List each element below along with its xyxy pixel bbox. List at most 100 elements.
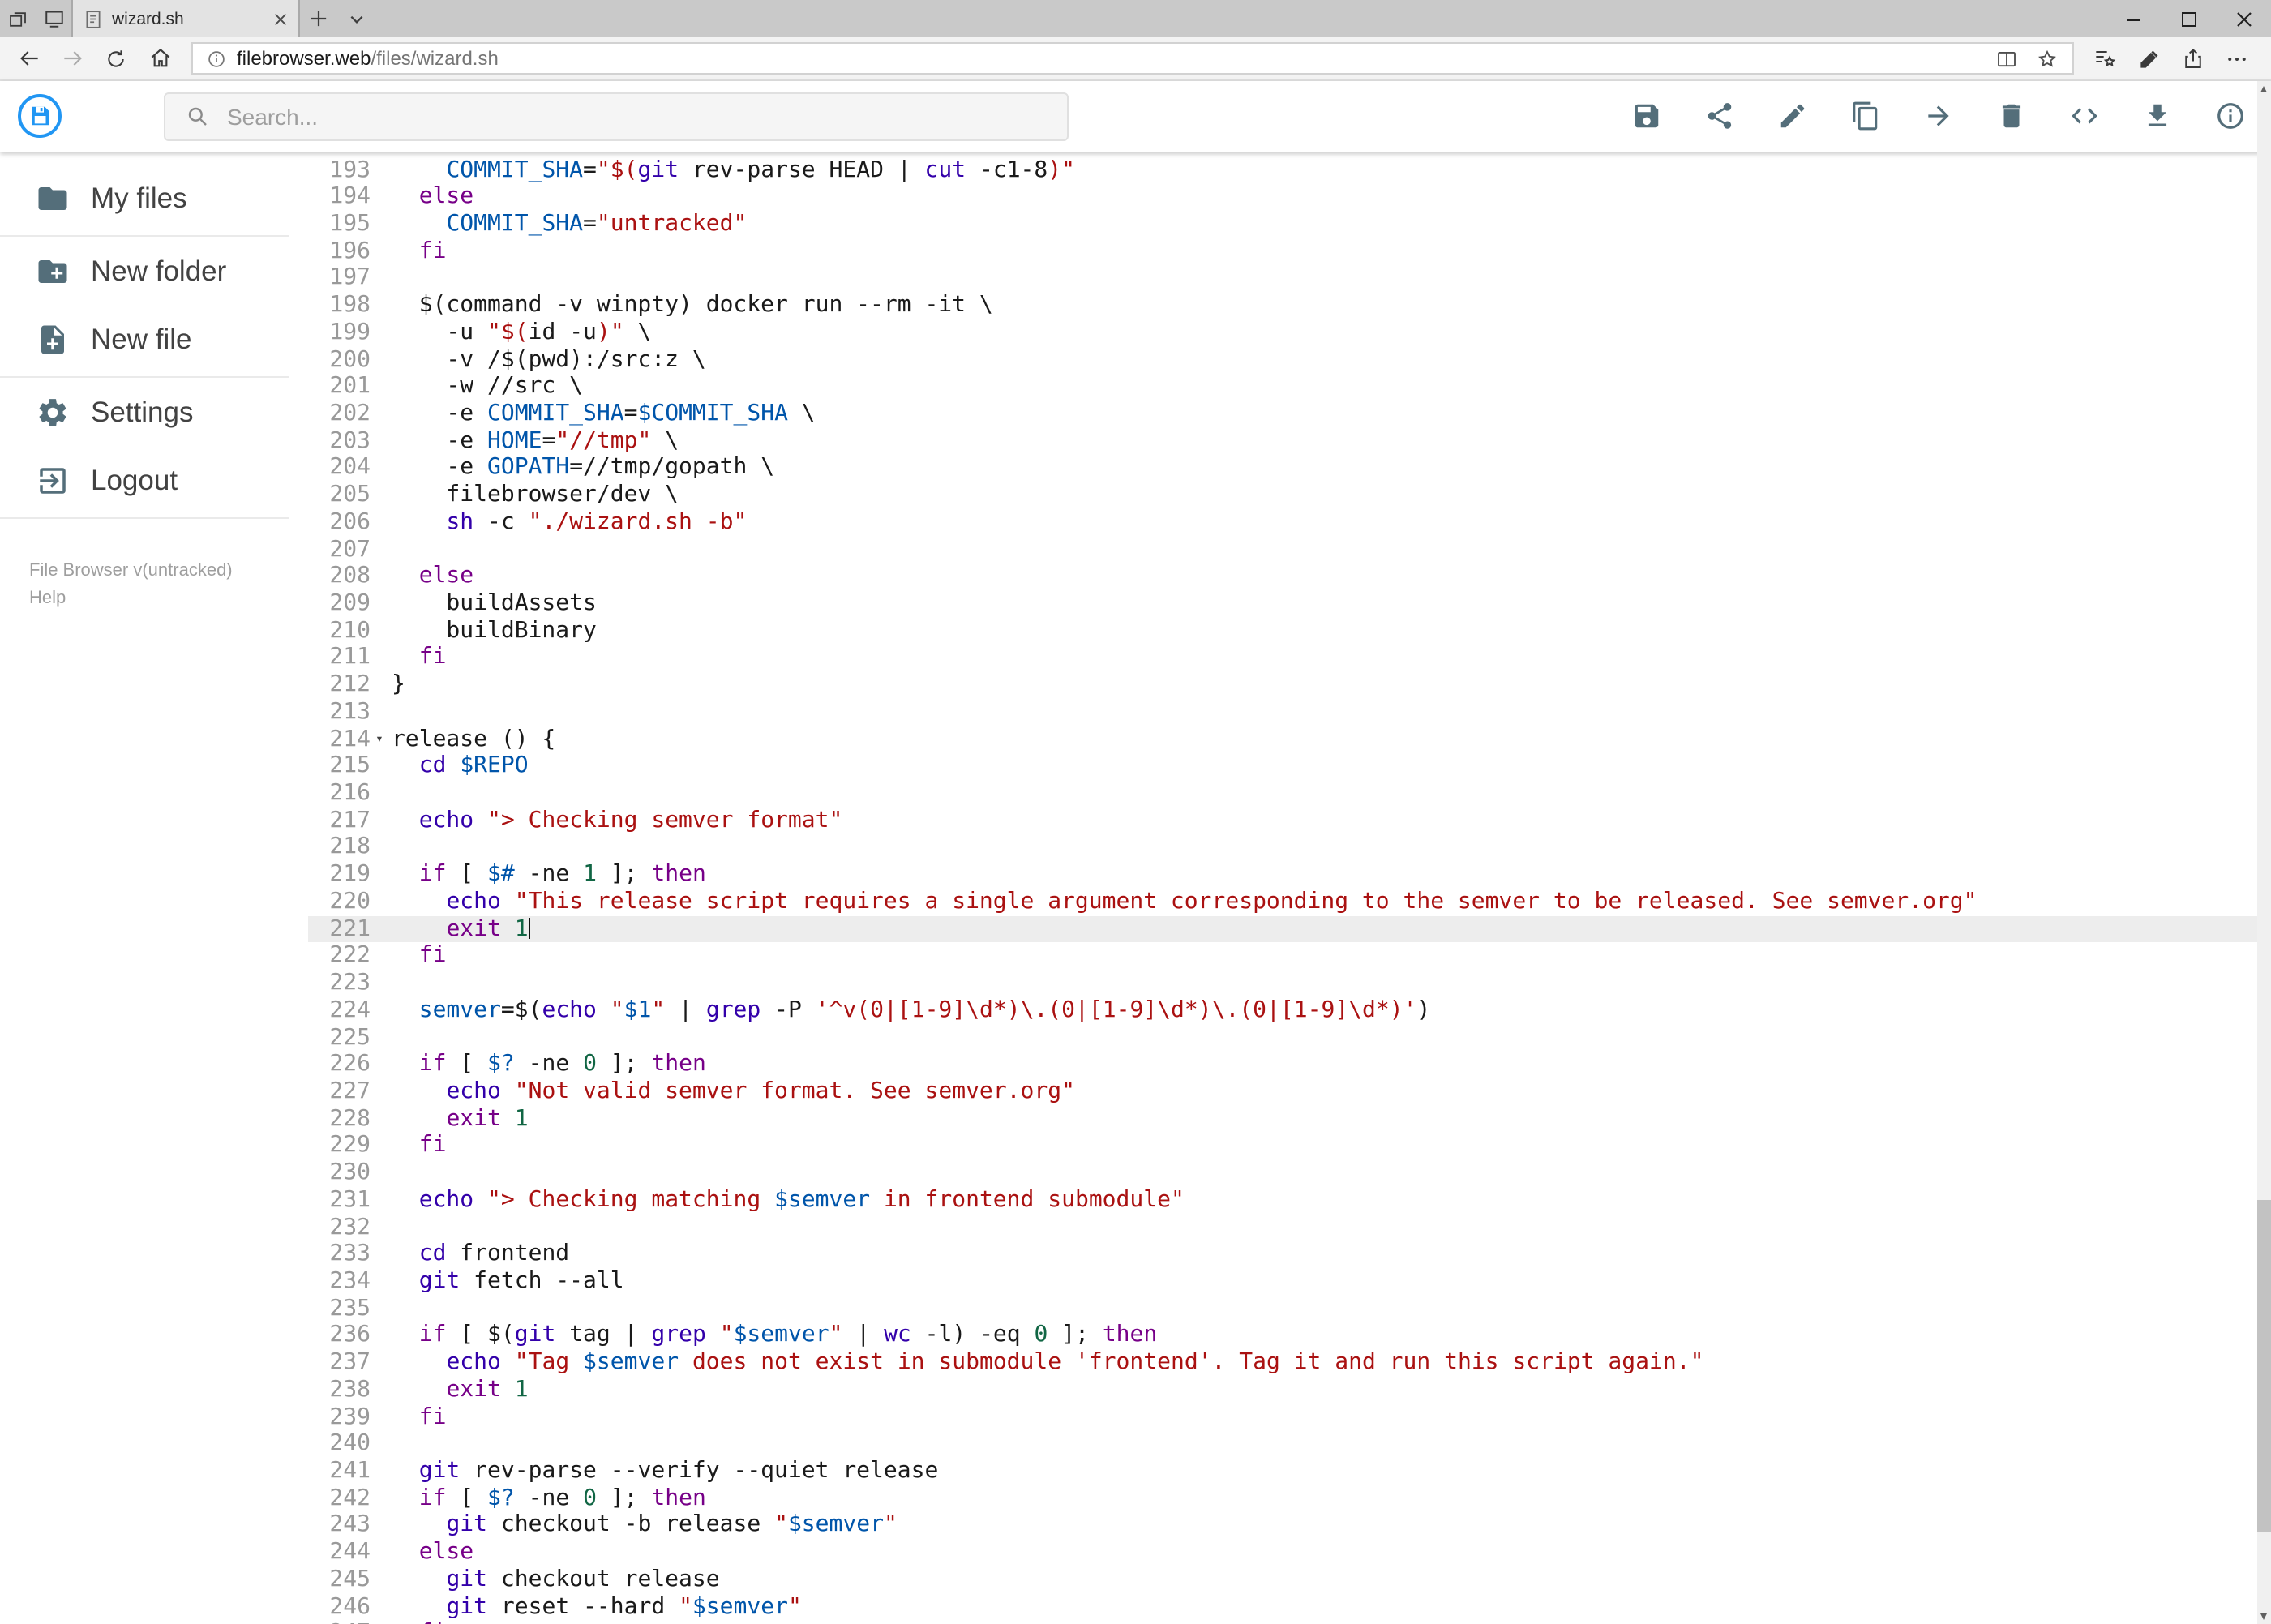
code-line[interactable]: 206 sh -c "./wizard.sh -b" xyxy=(308,509,2256,536)
code-text[interactable]: fi xyxy=(385,645,2256,671)
code-text[interactable]: buildAssets xyxy=(385,590,2256,617)
window-maximize-button[interactable] xyxy=(2161,0,2216,37)
tab-preview-icon[interactable] xyxy=(36,0,71,37)
info-button[interactable] xyxy=(2211,97,2250,136)
scrollbar-thumb[interactable] xyxy=(2256,1200,2271,1532)
code-line[interactable]: 205 filebrowser/dev \ xyxy=(308,482,2256,508)
code-line[interactable]: 229 fi xyxy=(308,1133,2256,1159)
code-text[interactable] xyxy=(385,1159,2256,1186)
code-editor[interactable]: 193 COMMIT_SHA="$(git rev-parse HEAD | c… xyxy=(308,152,2256,1624)
code-text[interactable]: cd $REPO xyxy=(385,753,2256,780)
code-line[interactable]: 228 exit 1 xyxy=(308,1105,2256,1132)
code-line[interactable]: 208 else xyxy=(308,563,2256,590)
code-text[interactable]: fi xyxy=(385,1403,2256,1430)
code-text[interactable]: exit 1 xyxy=(385,1377,2256,1403)
rename-button[interactable] xyxy=(1773,97,1812,136)
code-line[interactable]: 221 exit 1 xyxy=(308,915,2256,943)
code-text[interactable]: else xyxy=(385,563,2256,590)
code-text[interactable]: git fetch --all xyxy=(385,1268,2256,1295)
code-line[interactable]: 220 echo "This release script requires a… xyxy=(308,889,2256,915)
code-text[interactable]: fi xyxy=(385,1621,2256,1624)
home-button[interactable] xyxy=(138,39,182,78)
code-text[interactable]: if [ $(git tag | grep "$semver" | wc -l)… xyxy=(385,1322,2256,1349)
code-text[interactable]: if [ $? -ne 0 ]; then xyxy=(385,1051,2256,1078)
code-text[interactable] xyxy=(385,834,2256,861)
tab-close-icon[interactable] xyxy=(274,12,287,25)
search-box[interactable] xyxy=(164,92,1069,141)
code-text[interactable]: filebrowser/dev \ xyxy=(385,482,2256,508)
filebrowser-logo-icon[interactable] xyxy=(18,94,62,139)
code-line[interactable]: 232 xyxy=(308,1214,2256,1240)
code-line[interactable]: 203 -e HOME="//tmp" \ xyxy=(308,427,2256,454)
scrollbar-up-button[interactable] xyxy=(2256,81,2271,96)
sidebar-item-new-folder[interactable]: New folder xyxy=(0,238,308,306)
code-line[interactable]: 218 xyxy=(308,834,2256,861)
sidebar-item-new-file[interactable]: New file xyxy=(0,306,308,374)
code-line[interactable]: 235 xyxy=(308,1295,2256,1322)
hub-favorites-button[interactable] xyxy=(2083,39,2127,78)
code-text[interactable]: release () { xyxy=(385,726,2256,752)
code-text[interactable]: } xyxy=(385,671,2256,698)
code-line[interactable]: 224 semver=$(echo "$1" | grep -P '^v(0|[… xyxy=(308,997,2256,1024)
code-line[interactable]: 237 echo "Tag $semver does not exist in … xyxy=(308,1349,2256,1376)
code-line[interactable]: 214 ▾ release () { xyxy=(308,726,2256,752)
code-text[interactable]: else xyxy=(385,183,2256,210)
code-line[interactable]: 195 COMMIT_SHA="untracked" xyxy=(308,211,2256,238)
code-text[interactable]: fi xyxy=(385,943,2256,970)
site-info-icon[interactable] xyxy=(206,48,227,69)
sidebar-item-logout[interactable]: Logout xyxy=(0,447,308,515)
code-line[interactable]: 239 fi xyxy=(308,1403,2256,1430)
code-text[interactable]: echo "> Checking semver format" xyxy=(385,808,2256,834)
new-tab-button[interactable] xyxy=(300,0,337,37)
browser-tab[interactable]: wizard.sh xyxy=(71,0,300,37)
share-button[interactable] xyxy=(2170,39,2214,78)
code-text[interactable]: if [ $? -ne 0 ]; then xyxy=(385,1485,2256,1511)
delete-button[interactable] xyxy=(1992,97,2031,136)
code-text[interactable]: COMMIT_SHA="$(git rev-parse HEAD | cut -… xyxy=(385,156,2256,183)
code-text[interactable]: exit 1 xyxy=(385,915,2256,942)
favorite-star-icon[interactable] xyxy=(2034,46,2059,71)
code-line[interactable]: 212} xyxy=(308,671,2256,698)
download-button[interactable] xyxy=(2138,97,2177,136)
code-text[interactable]: -w //src \ xyxy=(385,374,2256,401)
code-line[interactable]: 217 echo "> Checking semver format" xyxy=(308,808,2256,834)
code-line[interactable]: 193 COMMIT_SHA="$(git rev-parse HEAD | c… xyxy=(308,156,2256,183)
code-line[interactable]: 222 fi xyxy=(308,943,2256,970)
code-text[interactable]: -v /$(pwd):/src:z \ xyxy=(385,346,2256,373)
code-text[interactable]: git rev-parse --verify --quiet release xyxy=(385,1458,2256,1485)
code-text[interactable]: git checkout release xyxy=(385,1566,2256,1593)
code-text[interactable]: git checkout -b release "$semver" xyxy=(385,1512,2256,1539)
code-line[interactable]: 244 else xyxy=(308,1539,2256,1566)
code-text[interactable]: echo "Tag $semver does not exist in subm… xyxy=(385,1349,2256,1376)
sidebar-item-my-files[interactable]: My files xyxy=(0,165,308,233)
code-text[interactable] xyxy=(385,1024,2256,1051)
code-line[interactable]: 197 xyxy=(308,265,2256,292)
code-text[interactable]: echo "This release script requires a sin… xyxy=(385,889,2256,915)
code-text[interactable] xyxy=(385,265,2256,292)
code-view-button[interactable] xyxy=(2065,97,2104,136)
code-line[interactable]: 236 if [ $(git tag | grep "$semver" | wc… xyxy=(308,1322,2256,1349)
code-text[interactable]: -e COMMIT_SHA=$COMMIT_SHA \ xyxy=(385,401,2256,427)
code-line[interactable]: 226 if [ $? -ne 0 ]; then xyxy=(308,1051,2256,1078)
code-line[interactable]: 209 buildAssets xyxy=(308,590,2256,617)
code-text[interactable] xyxy=(385,536,2256,563)
code-text[interactable]: fi xyxy=(385,1133,2256,1159)
scrollbar-down-button[interactable] xyxy=(2256,1609,2271,1624)
copy-button[interactable] xyxy=(1846,97,1885,136)
code-line[interactable]: 223 xyxy=(308,970,2256,996)
code-text[interactable]: else xyxy=(385,1539,2256,1566)
code-line[interactable]: 204 -e GOPATH=//tmp/gopath \ xyxy=(308,455,2256,482)
code-line[interactable]: 231 echo "> Checking matching $semver in… xyxy=(308,1187,2256,1214)
code-text[interactable]: fi xyxy=(385,238,2256,264)
code-line[interactable]: 234 git fetch --all xyxy=(308,1268,2256,1295)
code-text[interactable]: git reset --hard "$semver" xyxy=(385,1593,2256,1620)
address-bar[interactable]: filebrowser.web/files/wizard.sh xyxy=(191,42,2073,75)
set-tabs-aside-icon[interactable] xyxy=(0,0,36,37)
sidebar-item-settings[interactable]: Settings xyxy=(0,379,308,447)
code-line[interactable]: 199 -u "$(id -u)" \ xyxy=(308,319,2256,346)
code-line[interactable]: 207 xyxy=(308,536,2256,563)
fold-marker-icon[interactable]: ▾ xyxy=(371,726,385,752)
code-line[interactable]: 238 exit 1 xyxy=(308,1377,2256,1403)
code-line[interactable]: 196 fi xyxy=(308,238,2256,264)
code-line[interactable]: 227 echo "Not valid semver format. See s… xyxy=(308,1078,2256,1105)
